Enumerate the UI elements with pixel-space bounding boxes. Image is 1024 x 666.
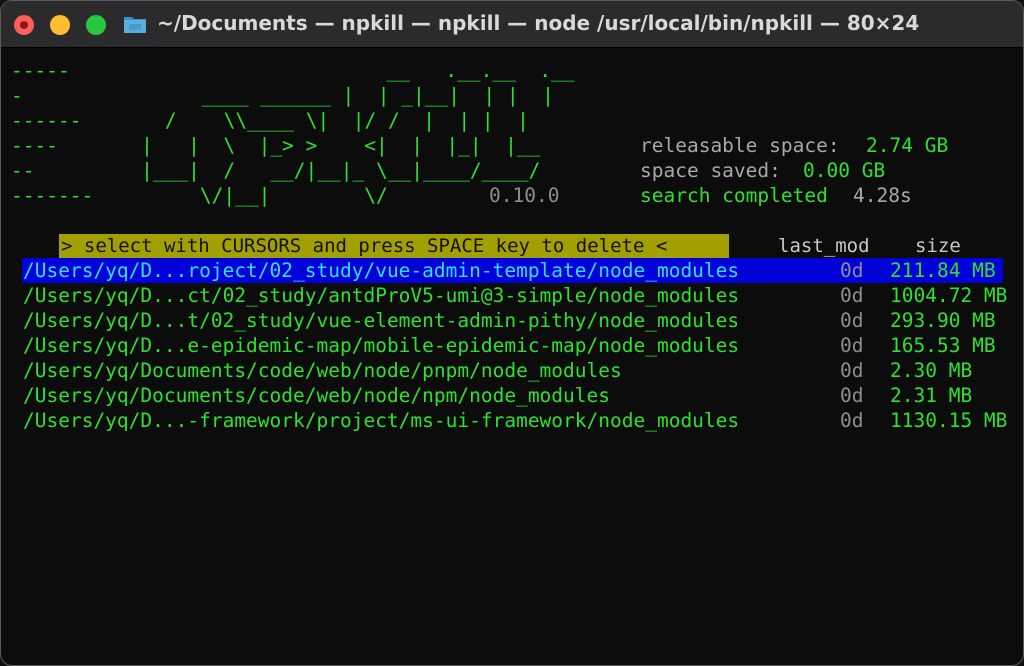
logo-art: __ .__.__ .__ <box>11 59 575 82</box>
result-path: /Users/yq/D...-framework/project/ms-ui-f… <box>23 409 740 432</box>
terminal-content: ----- __ .__.__ .__ - ____ ______ | | _|… <box>1 48 1023 665</box>
logo-line-3: ------ / \\____ \| |/ / | | | | <box>11 108 529 133</box>
column-header-last-mod: last_mod <box>778 235 870 257</box>
result-row[interactable]: /Users/yq/D...roject/02_study/vue-admin-… <box>23 258 996 283</box>
logo-art: |___| / __/|__|_ \__|____/____/ <box>59 159 541 182</box>
logo-dashes: ---- <box>11 134 58 157</box>
logo-art: | | \ |_> > <| | |_| |__ <box>59 134 541 157</box>
result-row[interactable]: /Users/yq/D...t/02_study/vue-element-adm… <box>23 308 996 333</box>
version-label: 0.10.0 <box>489 184 560 207</box>
logo-line-1: ----- __ .__.__ .__ <box>11 58 575 83</box>
result-row[interactable]: /Users/yq/D...ct/02_study/antdProV5-umi@… <box>23 283 1007 308</box>
result-last-mod: 0d <box>840 284 864 307</box>
column-header-size: size <box>915 235 961 257</box>
logo-line-2: - ____ ______ | | _|__| | | | <box>11 83 554 108</box>
result-last-mod: 0d <box>840 309 864 332</box>
logo-art: \/|__| \/ <box>59 184 388 207</box>
result-last-mod: 0d <box>840 384 864 407</box>
window-title: ~/Documents — npkill — npkill — node /us… <box>157 11 920 35</box>
result-row[interactable]: /Users/yq/Documents/code/web/node/pnpm/n… <box>23 358 972 383</box>
title-bar: ~/Documents — npkill — npkill — node /us… <box>1 1 1023 48</box>
minimize-window-button[interactable] <box>50 15 70 35</box>
maximize-window-button[interactable] <box>86 15 106 35</box>
result-size: 2.30 MB <box>890 359 973 382</box>
releasable-label: releasable space: <box>640 134 852 157</box>
result-row[interactable]: /Users/yq/D...e-epidemic-map/mobile-epid… <box>23 333 996 358</box>
result-last-mod: 0d <box>840 409 864 432</box>
result-size: 1130.15 MB <box>890 409 1008 432</box>
result-path: /Users/yq/D...t/02_study/vue-element-adm… <box>23 309 740 332</box>
search-time-value: 4.28s <box>853 184 912 207</box>
logo-line-5: -- |___| / __/|__|_ \__|____/____/ space… <box>11 158 885 183</box>
logo-line-6: ------- \/|__| \/ 0.10.0 search complete… <box>11 183 912 208</box>
result-path: /Users/yq/Documents/code/web/node/npm/no… <box>23 384 610 407</box>
releasable-value: 2.74 GB <box>866 134 949 157</box>
logo-dashes: - <box>11 84 23 107</box>
result-last-mod: 0d <box>840 334 864 357</box>
search-completed-label: search completed <box>640 184 840 207</box>
close-window-button[interactable] <box>14 15 34 35</box>
logo-art: ____ ______ | | _|__| | | | <box>96 84 554 107</box>
logo-art: / \\____ \| |/ / | | | | <box>71 109 529 132</box>
result-size: 165.53 MB <box>890 334 996 357</box>
result-row[interactable]: /Users/yq/Documents/code/web/node/npm/no… <box>23 383 972 408</box>
terminal-window: ~/Documents — npkill — npkill — node /us… <box>0 0 1024 666</box>
result-size: 1004.72 MB <box>890 284 1008 307</box>
instruction-text: > select with CURSORS and press SPACE ke… <box>61 235 668 257</box>
result-size: 211.84 MB <box>890 259 996 282</box>
result-size: 293.90 MB <box>890 309 996 332</box>
logo-line-4: ---- | | \ |_> > <| | |_| |__ releasable… <box>11 133 948 158</box>
result-path: /Users/yq/D...e-epidemic-map/mobile-epid… <box>23 334 740 357</box>
result-row[interactable]: /Users/yq/D...-framework/project/ms-ui-f… <box>23 408 1007 433</box>
result-last-mod: 0d <box>840 259 864 282</box>
result-path: /Users/yq/D...ct/02_study/antdProV5-umi@… <box>23 284 740 307</box>
result-size: 2.31 MB <box>890 384 973 407</box>
result-path: /Users/yq/D...roject/02_study/vue-admin-… <box>23 259 740 282</box>
result-last-mod: 0d <box>840 359 864 382</box>
folder-icon <box>124 17 146 33</box>
instruction-banner: > select with CURSORS and press SPACE ke… <box>59 234 729 258</box>
logo-dashes: -- <box>11 159 35 182</box>
result-path: /Users/yq/Documents/code/web/node/pnpm/n… <box>23 359 622 382</box>
space-saved-label: space saved: <box>640 159 793 182</box>
space-saved-value: 0.00 GB <box>803 159 886 182</box>
